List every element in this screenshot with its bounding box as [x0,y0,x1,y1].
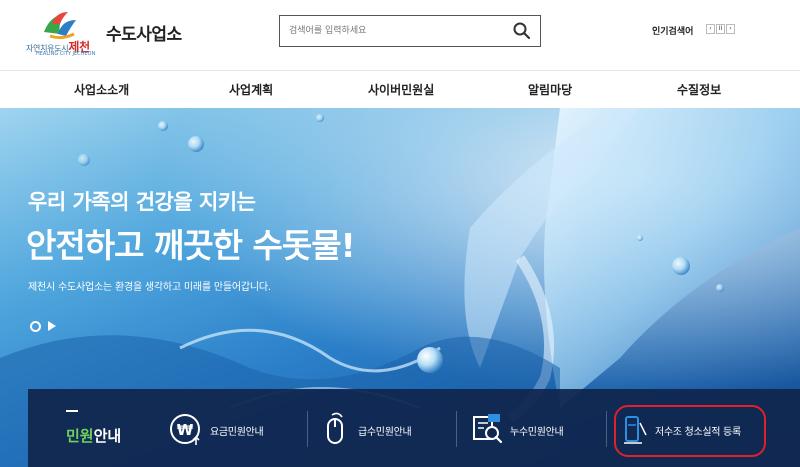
nav-item-business-plan[interactable]: 사업계획 [229,81,273,98]
nav-item-water-quality[interactable]: 수질정보 [677,81,721,98]
search-icon[interactable] [512,21,532,41]
slide-play-icon[interactable] [48,321,56,331]
service-item-tank-cleaning[interactable]: 저수조 청소실적 등록 [622,411,762,447]
service-title: 민원안내 [66,425,121,446]
slide-indicator-dot[interactable] [30,321,41,332]
main-nav: 사업소소개 사업계획 사이버민원실 알림마당 수질정보 [0,70,800,108]
service-item-leak[interactable]: 누수민원안내 [470,411,600,447]
service-divider [606,411,607,447]
logo-english: HEALING CITY JECHEON [36,51,96,57]
site-title[interactable]: 수도사업소 [106,20,182,45]
popular-search-label[interactable]: 인기검색어 [652,24,693,37]
water-meter-icon [327,412,343,444]
service-title-dash [66,410,78,412]
service-title-highlight: 민원 [66,427,94,445]
hero-description: 제천시 수도사업소는 환경을 생각하고 미래를 만들어갑니다. [28,282,271,293]
service-title-rest: 안내 [93,427,122,445]
service-item-label: 누수민원안내 [510,427,564,438]
hero-title: 안전하고 깨끗한 수돗물! [26,226,356,265]
service-item-label: 저수조 청소실적 등록 [655,427,741,438]
leak-search-icon [473,414,503,444]
svg-text:₩: ₩ [177,421,194,439]
service-item-supply[interactable]: 급수민원안내 [320,411,450,447]
nav-item-notice[interactable]: 알림마당 [528,81,572,98]
service-divider [456,411,457,447]
nav-item-intro[interactable]: 사업소소개 [74,81,129,98]
popular-prev-button[interactable]: ‹ [706,24,715,34]
civil-service-bar: 민원안내 ₩ 요금민원안내 급수민원안내 누수민원안내 저수조 청소실적 등록 [28,389,800,467]
city-logo[interactable]: 자연치유도시제천 HEALING CITY JECHEON [22,10,102,58]
logo-emblem-icon [44,12,76,40]
service-item-fee[interactable]: ₩ 요금민원안내 [168,411,298,447]
popular-pause-button[interactable]: II [716,24,725,34]
won-coin-icon: ₩ [170,414,200,445]
service-item-label: 요금민원안내 [210,427,264,438]
search-box [279,15,541,47]
hero-subtitle: 우리 가족의 건강을 지키는 [28,190,256,214]
nav-item-cyber-civil[interactable]: 사이버민원실 [368,81,434,98]
search-input[interactable] [280,16,500,46]
site-header: 자연치유도시제천 HEALING CITY JECHEON 수도사업소 인기검색… [0,0,800,70]
popular-next-button[interactable]: › [726,24,735,34]
tank-cleaning-icon [624,416,647,444]
service-item-label: 급수민원안내 [358,427,412,438]
service-divider [307,411,308,447]
